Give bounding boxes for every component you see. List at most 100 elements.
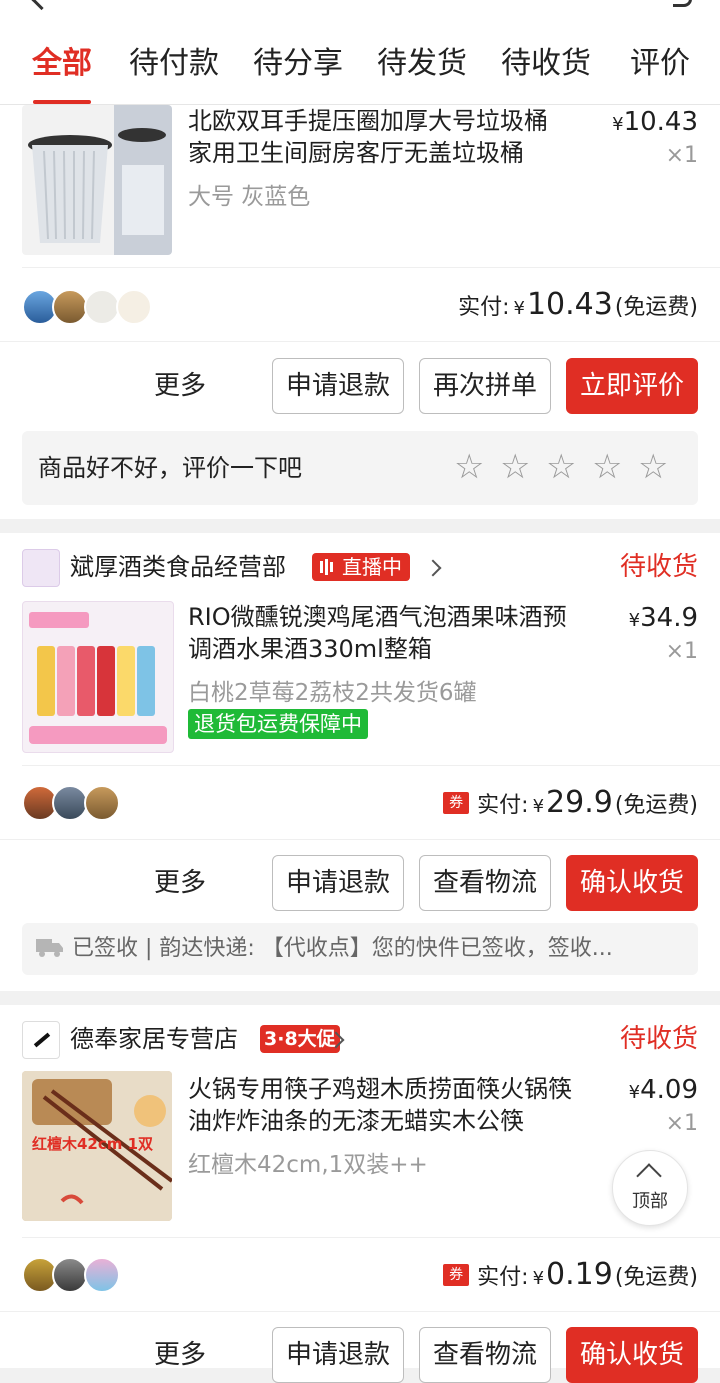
order-actions: 更多 申请退款 查看物流 确认收货 — [98, 855, 698, 911]
product-quantity: ×1 — [665, 143, 698, 168]
track-shipment-button[interactable]: 查看物流 — [419, 1327, 551, 1383]
shipping-note: (免运费) — [614, 295, 698, 320]
avatar — [52, 289, 88, 325]
title-line: 家用卫生间厨房客厅无盖垃圾桶 — [188, 139, 524, 167]
divider — [22, 267, 720, 268]
shop-logo — [22, 549, 60, 587]
request-refund-button[interactable]: 申请退款 — [272, 358, 404, 414]
shop-row[interactable]: 德奉家居专营店 3·8大促 待收货 — [22, 1019, 698, 1059]
star-rating: ☆ ☆ ☆ ☆ ☆ — [454, 447, 684, 487]
title-line: 北欧双耳手提压圈加厚大号垃圾桶 — [188, 107, 548, 135]
tab-label: 待分享 — [253, 46, 343, 81]
product-title[interactable]: RIO微醺锐澳鸡尾酒气泡酒果味酒预 调酒水果酒330ml整箱 — [188, 601, 608, 665]
return-shipping-tag: 退货包运费保障中 — [188, 709, 368, 739]
tab-pending-share[interactable]: 待分享 — [248, 24, 348, 104]
star-icon[interactable]: ☆ — [454, 447, 484, 487]
star-icon[interactable]: ☆ — [500, 447, 530, 487]
paid-label: 实付: — [477, 1265, 529, 1290]
price-value: 4.09 — [640, 1075, 698, 1105]
review-now-button[interactable]: 立即评价 — [566, 358, 698, 414]
logistics-text: 已签收 | 韵达快递: 【代收点】您的快件已签收，签收... — [72, 936, 613, 961]
chevron-up-icon — [636, 1163, 662, 1189]
tab-label: 待收货 — [501, 46, 591, 81]
more-button[interactable]: 更多 — [154, 855, 206, 911]
paid-label: 实付: — [458, 295, 510, 320]
product-image[interactable]: 红檀木42cm 1双 — [22, 1071, 172, 1221]
coupon-badge: 券 — [443, 791, 470, 814]
title-line: 油炸炸油条的无漆无蜡实木公筷 — [188, 1107, 524, 1135]
product-spec: 大号 灰蓝色 — [188, 184, 311, 210]
order-card-1: 北欧双耳手提压圈加厚大号垃圾桶 家用卫生间厨房客厅无盖垃圾桶 ¥10.43 ×1… — [0, 105, 720, 519]
divider — [0, 341, 720, 342]
confirm-receipt-button[interactable]: 确认收货 — [566, 855, 698, 911]
tab-pending-shipment[interactable]: 待发货 — [372, 24, 472, 104]
avatar — [52, 1257, 88, 1293]
back-icon[interactable] — [30, 0, 53, 11]
shipping-note: (免运费) — [614, 793, 698, 818]
tab-pending-payment[interactable]: 待付款 — [124, 24, 224, 104]
image-caption: 红檀木42cm 1双 — [32, 1135, 154, 1153]
order-actions: 更多 申请退款 再次拼单 立即评价 — [98, 358, 698, 414]
divider — [22, 765, 720, 766]
more-button[interactable]: 更多 — [154, 1327, 206, 1383]
tab-review[interactable]: 评价 — [622, 24, 698, 104]
title-line: 调酒水果酒330ml整箱 — [188, 635, 432, 663]
product-price: ¥4.09 — [628, 1075, 698, 1105]
tab-all[interactable]: 全部 — [22, 24, 102, 104]
order-tabs: 全部 待付款 待分享 待发货 待收货 评价 — [0, 24, 720, 105]
divider — [0, 1311, 720, 1312]
avatar — [52, 785, 88, 821]
title-line: 火锅专用筷子鸡翅木质捞面筷火锅筷 — [188, 1075, 572, 1103]
reorder-button[interactable]: 再次拼单 — [419, 358, 551, 414]
search-icon[interactable] — [673, 0, 692, 7]
divider — [0, 839, 720, 840]
confirm-receipt-button[interactable]: 确认收货 — [566, 1327, 698, 1383]
price-value: 34.9 — [640, 603, 698, 633]
paid-amount: 券 实付: ¥ 0.19 (免运费) — [443, 1257, 698, 1292]
review-prompt-text: 商品好不好，评价一下吧 — [38, 454, 302, 482]
back-to-top-button[interactable]: 顶部 — [612, 1150, 688, 1226]
rio-cans-image — [29, 612, 167, 744]
product-image[interactable] — [22, 105, 172, 255]
live-badge: 直播中 — [312, 553, 410, 581]
paid-amount: 实付: ¥ 10.43 (免运费) — [458, 287, 698, 322]
trash-bin-image — [28, 105, 172, 255]
star-icon[interactable]: ☆ — [546, 447, 576, 487]
logistics-box[interactable]: 已签收 | 韵达快递: 【代收点】您的快件已签收，签收... — [22, 923, 698, 975]
product-spec: 红檀木42cm,1双装++ — [188, 1152, 428, 1178]
product-title[interactable]: 北欧双耳手提压圈加厚大号垃圾桶 家用卫生间厨房客厅无盖垃圾桶 — [188, 105, 608, 169]
price-value: 10.43 — [623, 107, 698, 137]
review-prompt-box[interactable]: 商品好不好，评价一下吧 ☆ ☆ ☆ ☆ ☆ — [22, 431, 698, 505]
back-to-top-label: 顶部 — [632, 1191, 668, 1212]
order-actions: 更多 申请退款 查看物流 确认收货 — [98, 1327, 698, 1383]
star-icon[interactable]: ☆ — [592, 447, 622, 487]
group-avatars — [22, 1257, 122, 1293]
active-tab-indicator — [33, 100, 91, 104]
tab-label: 评价 — [630, 46, 690, 81]
tab-pending-receipt[interactable]: 待收货 — [496, 24, 596, 104]
live-badge-text: 直播中 — [342, 555, 402, 579]
product-title[interactable]: 火锅专用筷子鸡翅木质捞面筷火锅筷 油炸炸油条的无漆无蜡实木公筷 — [188, 1073, 608, 1137]
product-quantity: ×1 — [665, 639, 698, 664]
avatar — [84, 289, 120, 325]
shop-row[interactable]: 斌厚酒类食品经营部 直播中 待收货 — [22, 547, 698, 587]
tab-label: 待付款 — [129, 46, 219, 81]
track-shipment-button[interactable]: 查看物流 — [419, 855, 551, 911]
order-status: 待收货 — [619, 552, 698, 582]
product-quantity: ×1 — [665, 1111, 698, 1136]
top-bar — [0, 0, 720, 25]
paid-amount: 券 实付: ¥ 29.9 (免运费) — [443, 785, 698, 820]
truck-icon — [36, 939, 63, 957]
shop-name: 德奉家居专营店 — [70, 1025, 238, 1053]
group-avatars — [22, 289, 152, 325]
order-card-2: 斌厚酒类食品经营部 直播中 待收货 RIO微醺锐澳鸡尾酒气泡酒果味酒预 调酒水果… — [0, 533, 720, 991]
request-refund-button[interactable]: 申请退款 — [272, 855, 404, 911]
product-image[interactable] — [22, 601, 174, 753]
star-icon[interactable]: ☆ — [638, 447, 668, 487]
title-line: RIO微醺锐澳鸡尾酒气泡酒果味酒预 — [188, 603, 567, 631]
request-refund-button[interactable]: 申请退款 — [272, 1327, 404, 1383]
shop-name: 斌厚酒类食品经营部 — [70, 553, 286, 581]
paid-value: 0.19 — [546, 1257, 613, 1292]
more-button[interactable]: 更多 — [154, 358, 206, 414]
coupon-badge: 券 — [443, 1263, 470, 1286]
